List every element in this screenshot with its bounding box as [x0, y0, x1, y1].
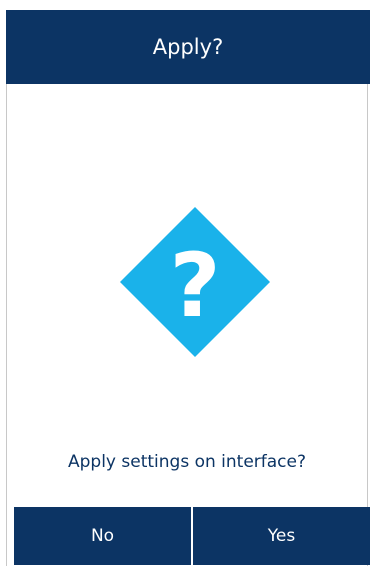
yes-button-label: Yes: [267, 526, 296, 546]
dialog-message: Apply settings on interface?: [67, 452, 307, 472]
no-button-label: No: [90, 526, 115, 546]
no-button[interactable]: No: [14, 507, 191, 565]
question-icon: ?: [120, 207, 270, 357]
svg-text:?: ?: [169, 234, 220, 337]
dialog-button-bar: No Yes: [14, 507, 370, 565]
confirm-dialog: Apply? ? Apply settings on interface? No…: [6, 10, 370, 566]
yes-button[interactable]: Yes: [193, 507, 370, 565]
dialog-title: Apply?: [152, 35, 224, 59]
dialog-header: Apply?: [6, 10, 370, 84]
